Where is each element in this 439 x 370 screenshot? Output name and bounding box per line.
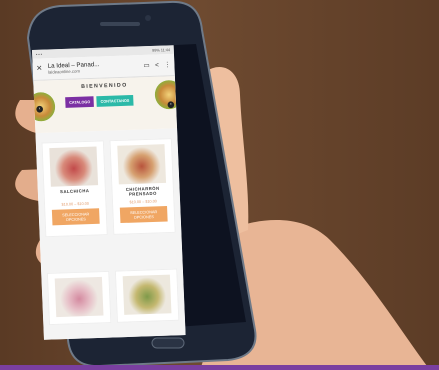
- product-image[interactable]: [117, 144, 167, 185]
- share-icon[interactable]: <: [153, 62, 160, 69]
- photo-scene: ▪ ▪ ▪ 99% 11:44 × La Ideal – Panad... la…: [0, 0, 439, 370]
- welcome-heading: BIENVENIDO: [81, 82, 128, 90]
- select-options-button[interactable]: SELECCIONAR OPCIONES: [119, 206, 168, 224]
- product-card[interactable]: [46, 270, 112, 326]
- hero-buttons: CATALOGO CONTACTANOS: [65, 94, 134, 108]
- bookmark-icon[interactable]: ▭: [143, 61, 150, 69]
- more-icon[interactable]: ⋮: [164, 61, 171, 69]
- battery-level: 99%: [152, 47, 160, 53]
- product-price: $10.00 – $10.00: [129, 198, 157, 205]
- product-name: CHICHARRÓN PRENSADO: [125, 185, 160, 197]
- status-icons: ▪ ▪ ▪: [35, 51, 43, 57]
- product-image[interactable]: [122, 274, 172, 315]
- phone-screen: ▪ ▪ ▪ 99% 11:44 × La Ideal – Panad... la…: [32, 45, 186, 340]
- contact-button[interactable]: CONTACTANOS: [96, 94, 134, 107]
- product-card[interactable]: CHICHARRÓN PRENSADO $10.00 – $10.00 SELE…: [109, 138, 176, 235]
- product-grid: SALCHICHA $10.00 – $10.00 SELECCIONAR OP…: [35, 128, 186, 340]
- status-right: 99% 11:44: [152, 47, 170, 52]
- product-price: $10.00 – $10.00: [61, 200, 89, 207]
- hero-banner: BIENVENIDO CATALOGO CONTACTANOS ‹ ›: [33, 76, 178, 134]
- product-image[interactable]: [49, 146, 99, 187]
- product-card[interactable]: [114, 268, 180, 323]
- select-options-button[interactable]: SELECCIONAR OPCIONES: [51, 208, 100, 226]
- product-image[interactable]: [54, 276, 104, 318]
- clock: 11:44: [160, 47, 171, 53]
- product-name: SALCHICHA: [59, 188, 90, 195]
- footer-band: [0, 365, 439, 370]
- product-card[interactable]: SALCHICHA $10.00 – $10.00 SELECCIONAR OP…: [41, 140, 108, 238]
- catalog-button[interactable]: CATALOGO: [65, 96, 95, 108]
- close-icon[interactable]: ×: [36, 63, 44, 74]
- address-bar[interactable]: La Ideal – Panad... laideaonline.com: [48, 60, 140, 74]
